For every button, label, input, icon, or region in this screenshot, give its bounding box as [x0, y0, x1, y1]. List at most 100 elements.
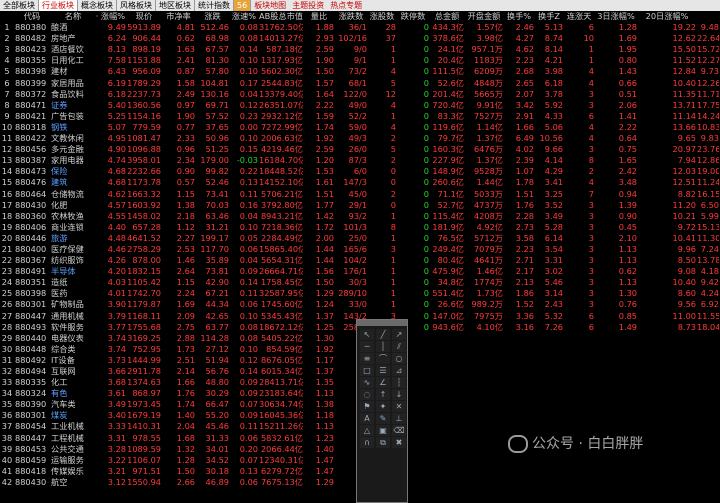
column-header-12[interactable]: 涨股数 [368, 11, 396, 22]
tab-0[interactable]: 全部板块 [0, 0, 39, 11]
column-header-11[interactable]: 涨跌数 [335, 11, 367, 22]
magnet-tool-icon[interactable]: ∩ [360, 437, 374, 448]
channel-tool-icon[interactable]: ≡ [360, 353, 374, 364]
table-row[interactable]: 25 880398 医药 4.01 1742.70 2.24 67.21 0.11 32587.… [0, 288, 720, 299]
rect-tool-icon[interactable]: □ [360, 365, 374, 376]
table-row[interactable]: 16 880464 仓储物流 4.62 1663.32 1.15 73.41 0.11 5706… [0, 189, 720, 200]
column-header-8[interactable]: 涨速% [230, 11, 258, 22]
table-row[interactable]: 7 880372 食品饮料 6.18 2237.73 2.49 130.16 0.04 1337… [0, 89, 720, 100]
cell-3: 8.13 [107, 44, 126, 55]
period-tool-icon[interactable]: ┆ [392, 377, 406, 388]
note-tool-icon[interactable]: ✎ [376, 413, 390, 424]
cell-5: 2.09 [176, 310, 195, 321]
table-row[interactable]: 17 880430 化肥 4.57 1603.92 1.38 70.03 0.16 3792.8… [0, 200, 720, 211]
tab-2[interactable]: 概念板块 [78, 0, 117, 11]
circle-tool-icon[interactable]: ○ [392, 353, 406, 364]
cell-12: 0 [423, 144, 429, 155]
table-row[interactable]: 12 880456 多元金融 4.90 1096.88 0.96 51.25 0.15 4219… [0, 144, 720, 155]
column-header-0[interactable] [0, 11, 14, 22]
tab-4[interactable]: 地区板块 [156, 0, 195, 11]
table-row[interactable]: 23 880491 半导体 4.20 1832.15 2.64 73.81 0.09 26664… [0, 266, 720, 277]
cell-3: 3.28 [107, 443, 126, 454]
fib-tool-icon[interactable]: ☰ [376, 365, 390, 376]
cell-15: 3.58 [515, 232, 534, 243]
column-header-14[interactable]: 总金额 [430, 11, 464, 22]
gann-tool-icon[interactable]: ⊿ [392, 365, 406, 376]
table-row[interactable]: 19 880406 商业连锁 4.40 657.28 1.12 31.21 0.10 7218.… [0, 222, 720, 233]
tab-1[interactable]: 行业板块 [39, 0, 78, 11]
table-row[interactable]: 11 880422 文教休闲 4.95 1081.47 2.33 50.96 0.10 2006… [0, 133, 720, 144]
table-row[interactable]: 22 880367 纺织服饰 4.26 878.00 1.46 35.89 0.04 5654.… [0, 255, 720, 266]
table-row[interactable]: 1 880380 酿酒 9.49 5913.89 4.81 512.46 0.08 31762.… [0, 22, 720, 33]
tab-5[interactable]: 统计指数 [195, 0, 234, 11]
drawing-toolbox[interactable]: ↖ ╱ ↗ ─ │ ⫽ ≡ ⌒ ○ □ ☰ ⊿ ∿ ∠ ┆ ◌ ↑ ↓ ⚑ ✦ … [356, 319, 408, 503]
line-tool-icon[interactable]: ╱ [376, 329, 390, 340]
column-header-15[interactable]: 开盘金额 [465, 11, 503, 22]
flag-tool-icon[interactable]: ⚑ [360, 401, 374, 412]
table-row[interactable]: 2 880482 房地产 6.24 906.44 0.62 68.98 0.08 14013.2… [0, 33, 720, 44]
cell-8: 854.59亿 [266, 343, 303, 354]
table-row[interactable]: 4 880355 日用化工 7.58 1153.88 2.41 81.30 0.10 1317.… [0, 55, 720, 66]
table-row[interactable]: 26 880301 矿物制品 3.90 1179.87 1.69 44.34 0.06 1745… [0, 299, 720, 310]
table-row[interactable]: 21 880400 医疗保健 4.46 2758.29 2.53 117.70 0.06 158… [0, 244, 720, 255]
cell-1: 880367 [15, 255, 47, 266]
tab-3[interactable]: 风格板块 [117, 0, 156, 11]
column-header-20[interactable]: 20日涨幅% [638, 11, 696, 22]
table-row[interactable]: 14 880473 保险 4.68 2232.66 0.90 99.82 0.22 18448.… [0, 166, 720, 177]
column-header-17[interactable]: 换手Z [535, 11, 563, 22]
column-header-13[interactable]: 跌停数 [397, 11, 429, 22]
star-tool-icon[interactable]: ✦ [376, 401, 390, 412]
tab-7[interactable]: 板块地图 [251, 0, 290, 11]
parallel-tool-icon[interactable]: ⫽ [392, 341, 406, 352]
arrow-up-tool-icon[interactable]: ↑ [376, 389, 390, 400]
mark-tool-icon[interactable]: ✕ [392, 401, 406, 412]
column-header-18[interactable]: 连涨天 [564, 11, 594, 22]
hline-tool-icon[interactable]: ─ [360, 341, 374, 352]
angle-tool-icon[interactable]: ∠ [376, 377, 390, 388]
cell-8: 7272.99亿 [260, 121, 303, 132]
column-header-16[interactable]: 换手% [504, 11, 534, 22]
triangle-tool-icon[interactable]: △ [360, 425, 374, 436]
eraser-tool-icon[interactable]: ⌫ [392, 425, 406, 436]
table-row[interactable]: 3 880423 酒店餐饮 8.13 898.19 1.63 67.57 0.14 587.18… [0, 44, 720, 55]
cell-7: 0.09 [239, 388, 258, 399]
column-header-9[interactable]: AB股总市值 [259, 11, 303, 22]
copy-tool-icon[interactable]: ⧉ [376, 437, 390, 448]
tab-8[interactable]: 主题投资 [289, 0, 328, 11]
column-header-2[interactable]: 名称 [51, 11, 95, 22]
cell-6: 56.76 [205, 366, 229, 376]
ray-tool-icon[interactable]: ↗ [392, 329, 406, 340]
table-row[interactable]: 6 880399 家居用品 6.19 1789.29 1.58 104.81 0.17 2544… [0, 78, 720, 89]
column-header-5[interactable]: 现价 [127, 11, 161, 22]
column-header-6[interactable]: 市净率 [162, 11, 195, 22]
cell-1: 880494 [15, 366, 47, 376]
table-row[interactable]: 10 880318 钢铁 5.07 779.59 0.77 37.65 0.00 7272.99… [0, 122, 720, 133]
cycle-tool-icon[interactable]: ◌ [360, 389, 374, 400]
ruler-tool-icon[interactable]: ⊥ [392, 413, 406, 424]
table-row[interactable]: 24 880351 造纸 4.03 1105.42 1.15 42.90 0.14 1758.4… [0, 277, 720, 288]
tab-6[interactable]: 56 [234, 0, 252, 11]
column-header-3[interactable]: · [95, 11, 99, 22]
vline-tool-icon[interactable]: │ [376, 341, 390, 352]
table-row[interactable]: 18 880360 农林牧渔 4.55 1458.02 2.18 63.46 0.04 8943… [0, 211, 720, 222]
cursor-tool-icon[interactable]: ↖ [360, 329, 374, 340]
column-header-7[interactable]: 涨跌 [196, 11, 229, 22]
column-header-19[interactable]: 3日涨幅% [595, 11, 637, 22]
table-row[interactable]: 8 880471 证券 5.40 1360.56 0.97 69.71 0.12 26351.0… [0, 100, 720, 111]
arrow-down-tool-icon[interactable]: ↓ [392, 389, 406, 400]
cell-19: 9.65 [677, 133, 696, 144]
column-header-10[interactable]: 量比 [304, 11, 334, 22]
table-row[interactable]: 20 880446 旅游 4.48 4641.52 2.27 199.17 0.05 2284.… [0, 233, 720, 244]
table-row[interactable]: 5 880398 建材 6.43 956.09 0.87 57.80 0.10 5602.30亿… [0, 66, 720, 77]
text-tool-icon[interactable]: A [360, 413, 374, 424]
lock-tool-icon[interactable]: ▣ [376, 425, 390, 436]
table-row[interactable]: 15 880476 建筑 4.68 1173.78 0.57 52.46 0.13 14152.… [0, 177, 720, 188]
table-row[interactable]: 9 880421 广告包装 5.25 1154.16 1.90 57.52 0.23 2932.… [0, 111, 720, 122]
column-header-1[interactable]: 代码 [15, 11, 49, 22]
delete-tool-icon[interactable]: ✖ [392, 437, 406, 448]
wave-tool-icon[interactable]: ∿ [360, 377, 374, 388]
table-row[interactable]: 13 880387 家用电器 4.74 3958.01 2.34 179.00 -0.03 16… [0, 155, 720, 166]
tab-9[interactable]: 热点专题 [327, 0, 366, 11]
column-header-4[interactable]: 涨幅% [100, 11, 126, 22]
arc-tool-icon[interactable]: ⌒ [376, 353, 390, 364]
